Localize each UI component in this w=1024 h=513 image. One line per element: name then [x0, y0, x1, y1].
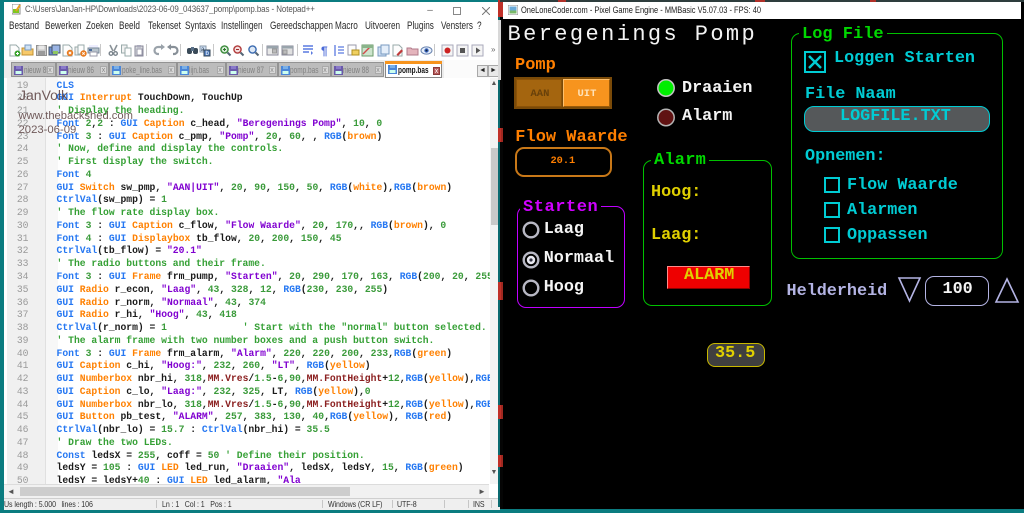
svg-text:¶: ¶ [321, 44, 328, 57]
